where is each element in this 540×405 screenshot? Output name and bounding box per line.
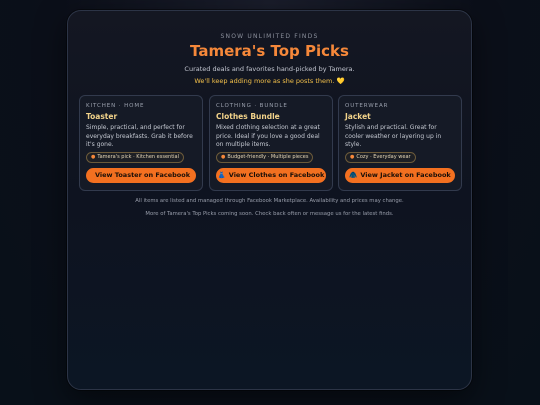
card-name: Clothes Bundle [216, 112, 280, 121]
tag-dot-icon: ● [221, 154, 226, 160]
product-card-toaster: KITCHEN · HOME Toaster Simple, practical… [79, 95, 203, 191]
card-description: Simple, practical, and perfect for every… [86, 124, 193, 148]
footer-more-coming: More of Tamera's Top Picks coming soon. … [145, 211, 394, 217]
card-name: Jacket [345, 112, 371, 121]
product-card-jacket: OUTERWEAR Jacket Stylish and practical. … [338, 95, 462, 191]
card-category: CLOTHING · BUNDLE [216, 103, 288, 109]
card-tag: ● Tamera's pick · Kitchen essential [86, 152, 184, 163]
card-description: Stylish and practical. Great for cooler … [345, 124, 442, 148]
dress-icon: 👗 [217, 171, 226, 179]
view-toaster-button[interactable]: View Toaster on Facebook [86, 168, 196, 183]
card-name: Toaster [86, 112, 118, 121]
card-tag: ● Cozy · Everyday wear [345, 152, 416, 163]
page-subtitle: Curated deals and favorites hand-picked … [184, 65, 355, 73]
button-label: View Toaster on Facebook [94, 171, 191, 179]
card-category: OUTERWEAR [345, 103, 389, 109]
card-category: KITCHEN · HOME [86, 103, 145, 109]
product-card-clothes: CLOTHING · BUNDLE Clothes Bundle Mixed c… [209, 95, 333, 191]
button-label: View Clothes on Facebook [228, 171, 325, 179]
coat-icon: 🧥 [349, 171, 358, 179]
card-tag-label: Budget-friendly · Multiple pieces [227, 154, 309, 160]
page-kicker: SNOW UNLIMITED FINDS [220, 33, 319, 40]
card-tag-label: Tamera's pick · Kitchen essential [97, 154, 179, 160]
tag-dot-icon: ● [350, 154, 355, 160]
button-label: View Jacket on Facebook [360, 171, 451, 179]
main-panel: SNOW UNLIMITED FINDS Tamera's Top Picks … [67, 10, 472, 390]
page-note: We'll keep adding more as she posts them… [194, 77, 345, 85]
tag-dot-icon: ● [91, 154, 96, 160]
view-clothes-button[interactable]: 👗 View Clothes on Facebook [216, 168, 326, 183]
page-title: Tamera's Top Picks [190, 42, 349, 60]
card-tag: ● Budget-friendly · Multiple pieces [216, 152, 314, 163]
card-description: Mixed clothing selection at a great pric… [216, 124, 320, 148]
view-jacket-button[interactable]: 🧥 View Jacket on Facebook [345, 168, 455, 183]
card-tag-label: Cozy · Everyday wear [356, 154, 411, 160]
footer-disclaimer: All items are listed and managed through… [135, 198, 404, 204]
